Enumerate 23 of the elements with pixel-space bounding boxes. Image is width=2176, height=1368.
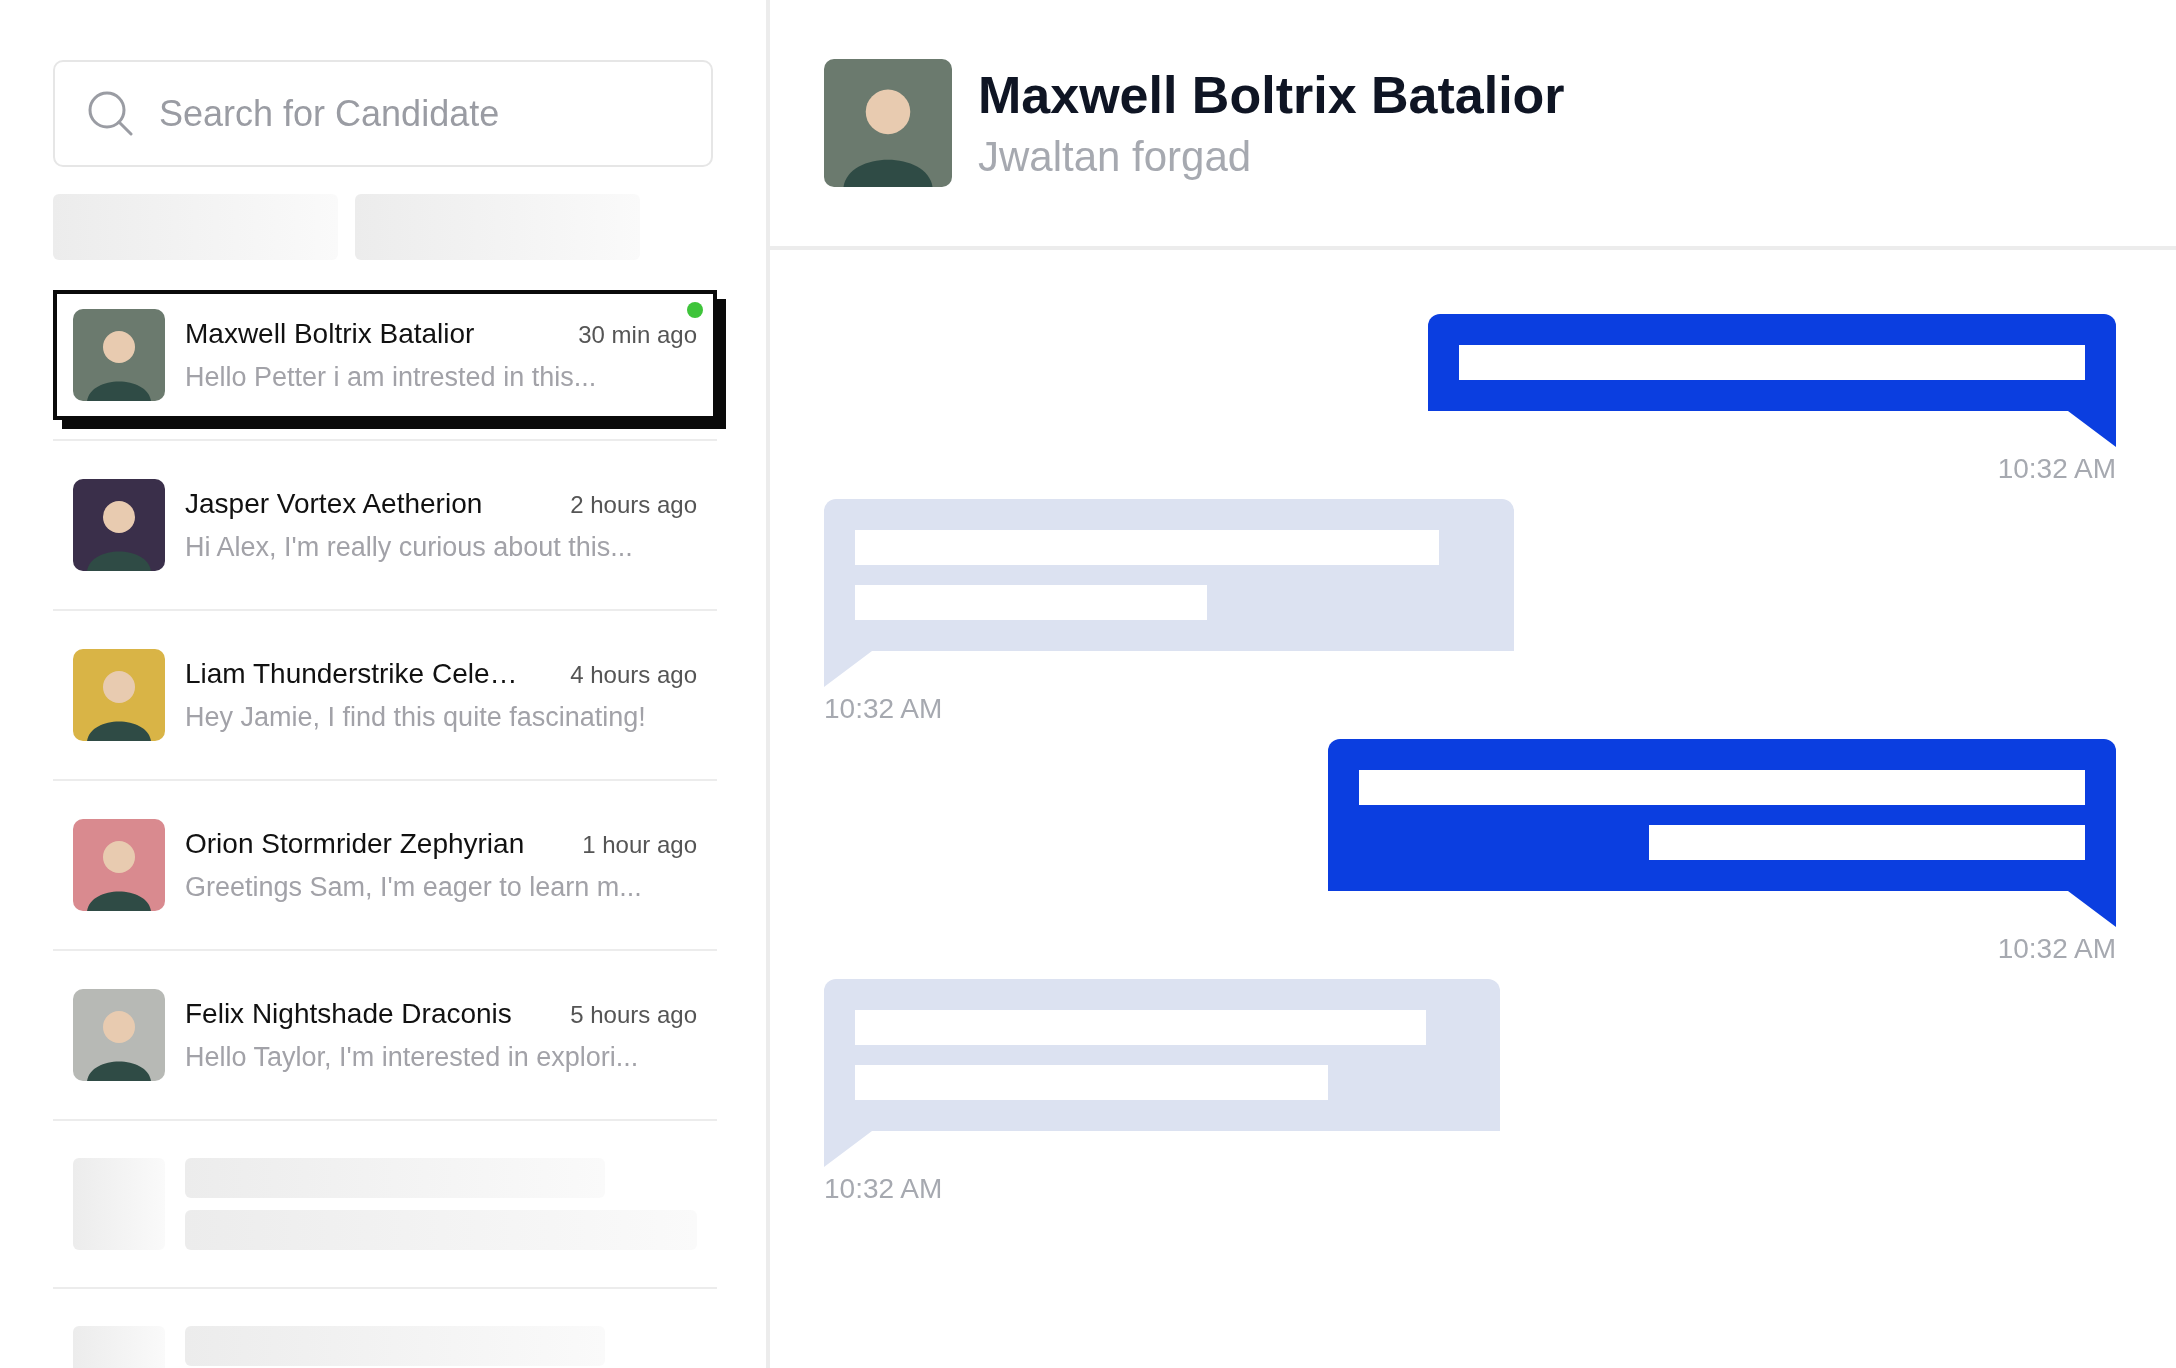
message-preview: Hi Alex, I'm really curious about this... [185, 531, 634, 563]
message-time: 2 hours ago [570, 490, 697, 519]
search-icon [87, 90, 133, 136]
message-preview: Hello Petter i am intrested in this... [185, 361, 598, 393]
message-time: 1 hour ago [582, 830, 697, 859]
contact-subtitle: Jwaltan forgad [978, 133, 1253, 181]
message-preview: Hey Jamie, I find this quite fascinating! [185, 701, 647, 733]
search-field[interactable]: Search for Candidate [53, 60, 713, 167]
message-time: 30 min ago [578, 320, 697, 349]
message-time: 5 hours ago [570, 1000, 697, 1029]
contact-name: Orion Stormrider Zephyrian [185, 827, 525, 860]
contact-name: Maxwell Boltrix Batalior [978, 65, 1565, 125]
message-time: 10:32 AM [824, 693, 943, 725]
contact-name: Liam Thunderstrike Cele… [185, 657, 518, 690]
contact-name: Jasper Vortex Aetherion [185, 487, 483, 520]
message-time: 4 hours ago [570, 660, 697, 689]
contact-name: Maxwell Boltrix Batalior [185, 317, 475, 350]
message-time: 10:32 AM [1997, 453, 2116, 485]
message-preview: Greetings Sam, I'm eager to learn m... [185, 871, 643, 903]
message-time: 10:32 AM [1997, 933, 2116, 965]
message-preview: Hello Taylor, I'm interested in explori... [185, 1041, 640, 1073]
contact-name: Felix Nightshade Draconis [185, 997, 512, 1030]
message-time: 10:32 AM [824, 1173, 943, 1205]
